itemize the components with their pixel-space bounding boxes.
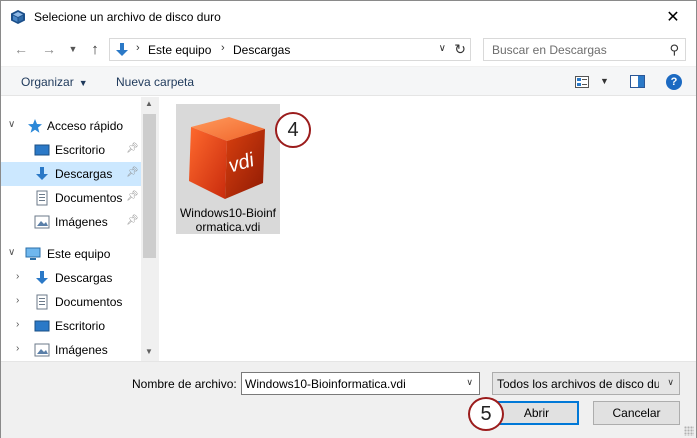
sidebar-item-descargas[interactable]: Descargas 📌︎ <box>1 162 141 186</box>
organize-button[interactable]: Organizar ▼ <box>21 75 88 89</box>
close-button[interactable]: ✕ <box>650 1 696 33</box>
sidebar-item-label: Acceso rápido <box>47 119 124 133</box>
file-list[interactable]: vdi Windows10-Bioinformatica.vdi <box>159 97 696 361</box>
sidebar-item-label: Escritorio <box>55 319 106 333</box>
caret-down-icon: ▼ <box>78 78 88 88</box>
address-row: ← → ▼ ↑ › Este equipo › Descargas ∨ ↻ ⚲ <box>1 33 696 65</box>
chevron-expanded-icon[interactable]: ∨ <box>8 247 15 258</box>
pin-icon: 📌︎ <box>126 167 139 178</box>
sidebar-item-pc-descargas[interactable]: › Descargas <box>1 266 141 290</box>
back-button[interactable]: ← <box>11 39 31 59</box>
address-dropdown-icon[interactable]: ∨ <box>439 43 446 54</box>
sidebar-item-label: Este equipo <box>47 247 111 261</box>
chevron-collapsed-icon[interactable]: › <box>16 343 19 354</box>
sidebar-item-escritorio[interactable]: Escritorio 📌︎ <box>1 138 141 162</box>
open-button[interactable]: Abrir <box>494 401 579 425</box>
sidebar-item-imagenes[interactable]: Imágenes 📌︎ <box>1 210 141 234</box>
chevron-down-icon: ▼ <box>68 44 78 54</box>
file-name-label: Nombre de archivo: <box>132 377 237 391</box>
breadcrumb-este-equipo[interactable]: Este equipo <box>148 43 211 57</box>
file-name-input[interactable] <box>242 373 457 394</box>
window-title: Selecione un archivo de disco duro <box>34 10 221 24</box>
file-name: Windows10-Bioinformatica.vdi <box>179 206 277 234</box>
file-type-select[interactable]: Todos los archivos de disco duro ∨ <box>492 372 680 395</box>
sidebar-item-acceso-rapido[interactable]: ∨ Acceso rápido <box>1 114 141 138</box>
sidebar-scrollbar[interactable]: ▲ ▼ <box>141 97 158 361</box>
close-icon: ✕ <box>666 9 680 26</box>
search-input[interactable] <box>484 39 659 60</box>
new-folder-label: Nueva carpeta <box>116 75 195 89</box>
file-type-value: Todos los archivos de disco duro <box>497 377 659 391</box>
back-arrow-icon: ← <box>14 41 28 57</box>
sidebar-item-pc-documentos[interactable]: › Documentos <box>1 290 141 314</box>
address-bar[interactable]: › Este equipo › Descargas ∨ ↻ <box>109 38 471 61</box>
chevron-collapsed-icon[interactable]: › <box>16 319 19 330</box>
pictures-icon <box>34 343 50 357</box>
computer-icon <box>25 247 41 260</box>
file-name-combobox[interactable]: ∨ <box>241 372 480 395</box>
title-bar[interactable]: Selecione un archivo de disco duro ✕ <box>1 1 696 33</box>
step-annotation-4: 4 <box>275 112 311 148</box>
sidebar-item-label: Escritorio <box>55 143 106 157</box>
breadcrumb-descargas[interactable]: Descargas <box>233 43 290 57</box>
search-box[interactable]: ⚲ <box>483 38 686 61</box>
star-icon <box>28 119 42 133</box>
chevron-down-icon: ∨ <box>667 377 674 387</box>
pin-icon: 📌︎ <box>126 191 139 202</box>
search-icon[interactable]: ⚲ <box>669 42 679 58</box>
resize-grip[interactable] <box>684 426 694 436</box>
pictures-icon <box>34 215 50 229</box>
chevron-collapsed-icon[interactable]: › <box>16 295 19 306</box>
scrollbar-thumb[interactable] <box>143 114 156 258</box>
view-options-icon[interactable] <box>575 76 589 88</box>
recent-locations-button[interactable]: ▼ <box>63 39 83 59</box>
command-toolbar: Organizar ▼ Nueva carpeta ▼ ? <box>1 66 696 96</box>
scroll-up-icon[interactable]: ▲ <box>145 99 153 108</box>
downloads-icon <box>36 271 48 284</box>
step-annotation-5: 5 <box>468 397 504 431</box>
documents-icon <box>36 294 48 310</box>
sidebar-item-label: Documentos <box>55 191 123 205</box>
vdi-file-icon: vdi <box>189 117 265 199</box>
sidebar-item-pc-escritorio[interactable]: › Escritorio <box>1 314 141 338</box>
dialog-footer: Nombre de archivo: ∨ Todos los archivos … <box>1 361 696 438</box>
cancel-button[interactable]: Cancelar <box>593 401 680 425</box>
view-options-caret-icon[interactable]: ▼ <box>600 76 609 86</box>
preview-pane-icon[interactable] <box>630 75 645 88</box>
sidebar-item-pc-imagenes[interactable]: › Imágenes <box>1 338 141 361</box>
file-item[interactable]: vdi Windows10-Bioinformatica.vdi <box>176 104 280 234</box>
breadcrumb-separator-icon[interactable]: › <box>221 42 225 54</box>
scroll-down-icon[interactable]: ▼ <box>145 347 153 356</box>
breadcrumb-separator-icon: › <box>136 42 140 54</box>
file-open-dialog: Selecione un archivo de disco duro ✕ ← →… <box>0 0 697 438</box>
sidebar-item-documentos[interactable]: Documentos 📌︎ <box>1 186 141 210</box>
refresh-icon[interactable]: ↻ <box>454 41 466 58</box>
navigation-pane: ∨ Acceso rápido Escritorio 📌︎ Descargas … <box>1 97 158 361</box>
help-icon[interactable]: ? <box>666 74 682 90</box>
documents-icon <box>36 190 48 206</box>
downloads-icon <box>36 167 48 180</box>
pin-icon: 📌︎ <box>126 215 139 226</box>
up-button[interactable]: ↑ <box>85 39 105 59</box>
sidebar-item-label: Imágenes <box>55 215 108 229</box>
sidebar-item-label: Documentos <box>55 295 123 309</box>
sidebar-item-label: Descargas <box>55 167 113 181</box>
organize-label: Organizar <box>21 75 74 89</box>
sidebar-item-este-equipo[interactable]: ∨ Este equipo <box>1 242 141 266</box>
forward-button[interactable]: → <box>39 39 59 59</box>
downloads-icon <box>116 43 128 56</box>
chevron-down-icon[interactable]: ∨ <box>466 377 473 388</box>
desktop-icon <box>34 320 50 332</box>
sidebar-item-label: Descargas <box>55 271 113 285</box>
new-folder-button[interactable]: Nueva carpeta <box>116 75 194 89</box>
pin-icon: 📌︎ <box>126 143 139 154</box>
up-arrow-icon: ↑ <box>91 40 99 58</box>
chevron-collapsed-icon[interactable]: › <box>16 271 19 282</box>
sidebar-item-label: Imágenes <box>55 343 108 357</box>
chevron-expanded-icon[interactable]: ∨ <box>8 119 15 130</box>
desktop-icon <box>34 144 50 156</box>
virtualbox-icon <box>11 10 25 24</box>
forward-arrow-icon: → <box>42 41 56 57</box>
